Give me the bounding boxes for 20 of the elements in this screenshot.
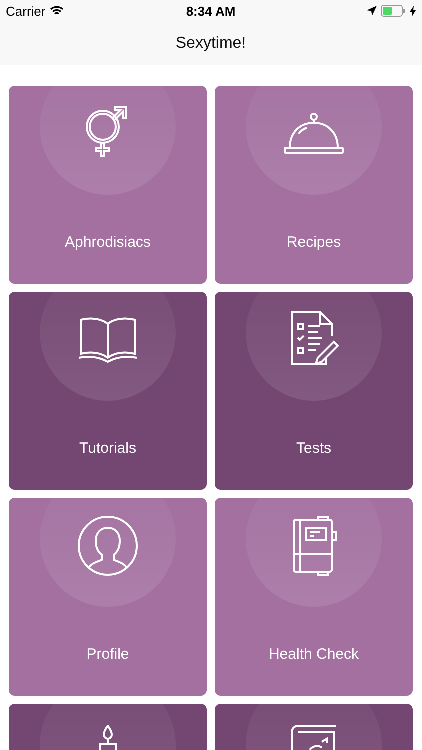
tile-label: Profile xyxy=(86,646,130,663)
charging-bolt-icon xyxy=(410,6,416,16)
menu-tile[interactable]: Aphrodisiacs xyxy=(9,86,207,284)
menu-tile[interactable]: Profile xyxy=(9,498,207,696)
battery-icon xyxy=(381,5,406,17)
menu-tile[interactable]: Tests xyxy=(215,292,413,490)
tile-label: Aphrodisiacs xyxy=(65,234,151,251)
tile-label: Tests xyxy=(296,440,332,457)
wifi-icon xyxy=(50,6,64,16)
tile-label: Recipes xyxy=(286,234,342,251)
location-arrow-icon xyxy=(367,6,377,16)
menu-tile[interactable]: Health Check xyxy=(215,498,413,696)
carrier-label: Carrier xyxy=(6,4,46,18)
person-silhouette-icon xyxy=(76,514,140,578)
menu-tile[interactable]: Recipes xyxy=(215,86,413,284)
tile-label: Health Check xyxy=(268,646,360,663)
menu-tile[interactable]: Tutorials xyxy=(9,292,207,490)
clock-time: 8:34 AM xyxy=(186,4,236,18)
tile-label: Tutorials xyxy=(80,440,136,457)
nav-title: Sexytime! xyxy=(176,34,246,52)
